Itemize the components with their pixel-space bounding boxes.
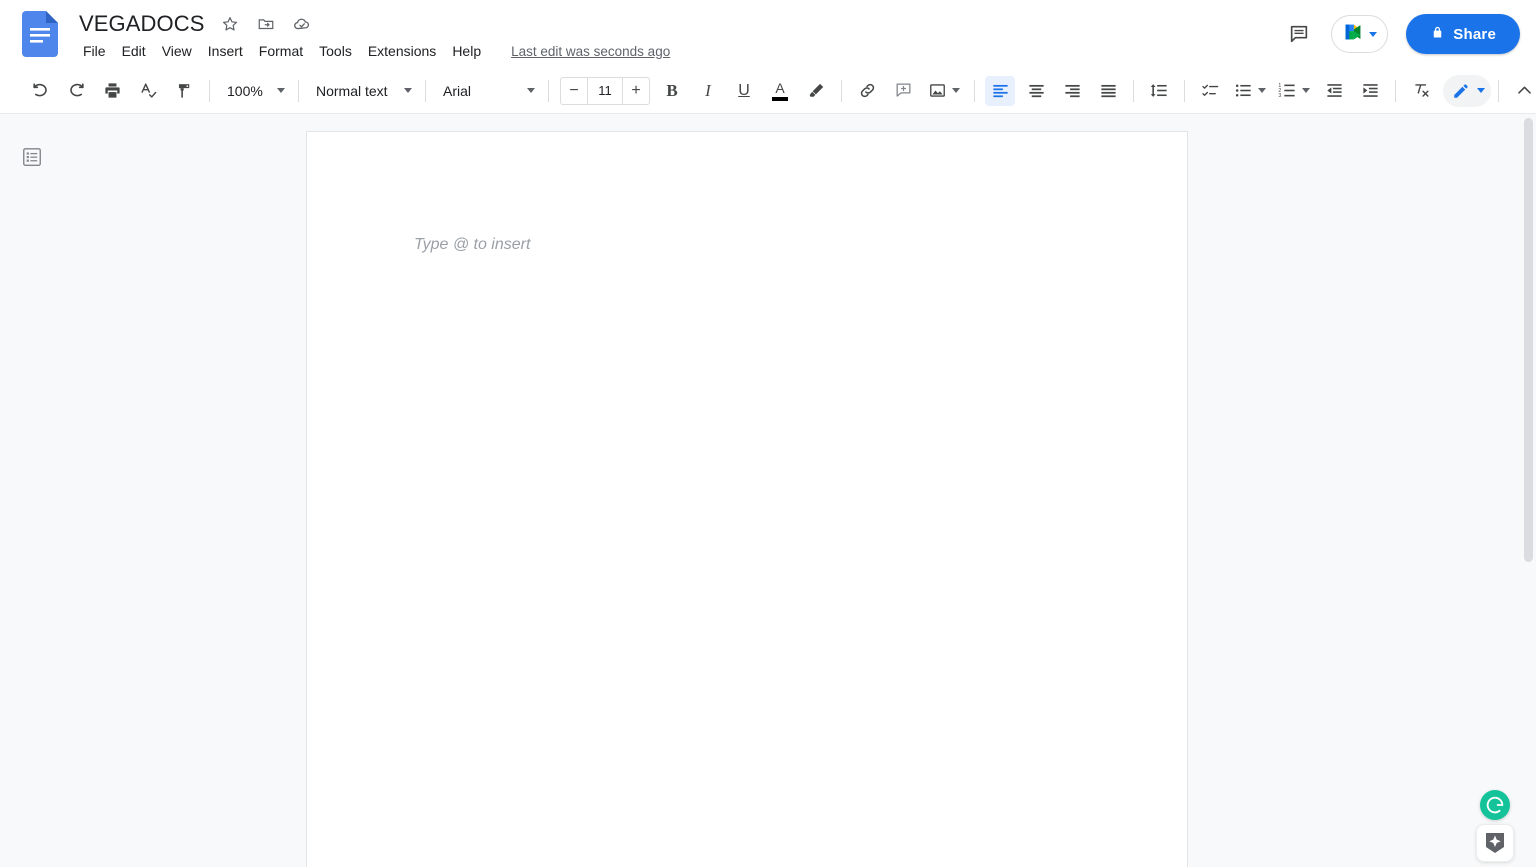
toolbar-divider — [1184, 79, 1185, 102]
document-page[interactable]: Type @ to insert — [306, 131, 1188, 867]
collapse-toolbar-icon[interactable] — [1509, 76, 1536, 106]
toolbar-divider — [298, 79, 299, 102]
menu-item-insert[interactable]: Insert — [200, 38, 251, 64]
paragraph-style-select[interactable]: Normal text — [306, 76, 418, 106]
menu-item-help[interactable]: Help — [444, 38, 489, 64]
menu-item-tools[interactable]: Tools — [311, 38, 360, 64]
paint-format-icon[interactable] — [169, 76, 199, 106]
document-placeholder-text: Type @ to insert — [414, 236, 531, 253]
pencil-edit-icon — [1447, 77, 1475, 105]
align-center-icon[interactable] — [1021, 76, 1051, 106]
align-right-icon[interactable] — [1057, 76, 1087, 106]
font-size-increase-button[interactable]: + — [623, 78, 649, 104]
underline-button[interactable]: U — [729, 76, 759, 106]
last-edit-status[interactable]: Last edit was seconds ago — [511, 44, 670, 59]
spellcheck-icon[interactable] — [133, 76, 163, 106]
chevron-down-icon[interactable] — [1369, 31, 1378, 37]
chevron-down-icon — [277, 88, 285, 93]
share-button-label: Share — [1453, 25, 1496, 43]
underline-label: U — [738, 81, 750, 99]
undo-icon[interactable] — [25, 76, 55, 106]
decrease-indent-icon[interactable] — [1319, 76, 1349, 106]
redo-icon[interactable] — [61, 76, 91, 106]
toolbar-divider — [1498, 79, 1499, 102]
zoom-level-select[interactable]: 100% — [217, 76, 291, 106]
menu-item-format[interactable]: Format — [251, 38, 311, 64]
editing-mode-button[interactable] — [1443, 74, 1491, 107]
text-color-button[interactable]: A — [765, 76, 795, 106]
formatting-toolbar: 100% Normal text Arial − 11 + B I U A 1 … — [0, 68, 1536, 114]
bulleted-list-icon[interactable] — [1231, 76, 1269, 106]
align-justify-icon[interactable] — [1093, 76, 1123, 106]
docs-logo-icon[interactable] — [22, 11, 58, 57]
comment-history-icon[interactable] — [1279, 14, 1319, 54]
vertical-scrollbar[interactable] — [1521, 114, 1536, 867]
scrollbar-thumb[interactable] — [1524, 118, 1533, 562]
menu-item-file[interactable]: File — [75, 38, 114, 64]
header-bar: VEGADOCS File Edit View Insert Format To… — [0, 0, 1536, 68]
toolbar-divider — [1395, 79, 1396, 102]
checklist-icon[interactable] — [1195, 76, 1225, 106]
align-left-icon[interactable] — [985, 75, 1015, 106]
toolbar-divider — [209, 79, 210, 102]
share-button[interactable]: Share — [1406, 14, 1520, 54]
clear-formatting-icon[interactable] — [1406, 76, 1436, 106]
header-actions: Share — [1279, 10, 1520, 58]
toolbar-divider — [841, 79, 842, 102]
font-size-stepper: − 11 + — [560, 76, 650, 105]
text-color-swatch — [772, 96, 788, 101]
zoom-level-value: 100% — [227, 82, 263, 99]
bold-button[interactable]: B — [657, 76, 687, 106]
google-meet-button[interactable] — [1331, 15, 1389, 53]
menu-item-edit[interactable]: Edit — [114, 38, 154, 64]
svg-text:3: 3 — [1278, 93, 1281, 99]
document-workspace: Type @ to insert — [0, 114, 1536, 867]
toolbar-divider — [974, 79, 975, 102]
menu-item-view[interactable]: View — [154, 38, 200, 64]
grammarly-icon[interactable] — [1480, 790, 1510, 820]
chevron-down-icon — [952, 88, 960, 93]
chevron-down-icon — [404, 88, 412, 93]
document-outline-icon[interactable] — [20, 145, 44, 169]
menu-item-extensions[interactable]: Extensions — [360, 38, 444, 64]
font-family-value: Arial — [443, 82, 472, 99]
font-size-input[interactable]: 11 — [587, 77, 623, 104]
explore-spark-icon[interactable] — [1476, 824, 1514, 862]
print-icon[interactable] — [97, 76, 127, 106]
bold-label: B — [666, 80, 678, 100]
increase-indent-icon[interactable] — [1355, 76, 1385, 106]
chevron-down-icon — [1258, 88, 1266, 93]
italic-button[interactable]: I — [693, 76, 723, 106]
chevron-down-icon — [527, 88, 535, 93]
paragraph-style-value: Normal text — [316, 82, 388, 99]
chevron-down-icon — [1302, 88, 1310, 93]
move-to-folder-icon[interactable] — [251, 9, 281, 39]
text-color-label: A — [775, 79, 785, 96]
menu-bar: File Edit View Insert Format Tools Exten… — [75, 38, 670, 64]
line-spacing-icon[interactable] — [1144, 76, 1174, 106]
font-size-decrease-button[interactable]: − — [561, 78, 587, 104]
chevron-down-icon[interactable] — [1477, 88, 1485, 93]
cloud-saved-icon[interactable] — [287, 9, 317, 39]
page-title[interactable]: VEGADOCS — [75, 8, 209, 40]
lock-icon — [1430, 25, 1445, 44]
toolbar-divider — [1133, 79, 1134, 102]
document-title-row: VEGADOCS — [75, 8, 317, 40]
highlight-pen-icon[interactable] — [801, 76, 831, 106]
insert-link-icon[interactable] — [852, 76, 882, 106]
star-icon[interactable] — [215, 9, 245, 39]
toolbar-divider — [425, 79, 426, 102]
google-meet-camera-icon — [1340, 21, 1366, 48]
docs-app-window: VEGADOCS File Edit View Insert Format To… — [0, 0, 1536, 867]
toolbar-divider — [548, 79, 549, 102]
add-comment-icon[interactable] — [888, 76, 918, 106]
font-family-select[interactable]: Arial — [433, 76, 541, 106]
numbered-list-icon[interactable]: 1 2 3 — [1275, 76, 1313, 106]
italic-label: I — [705, 80, 711, 100]
insert-image-icon[interactable] — [924, 76, 964, 106]
